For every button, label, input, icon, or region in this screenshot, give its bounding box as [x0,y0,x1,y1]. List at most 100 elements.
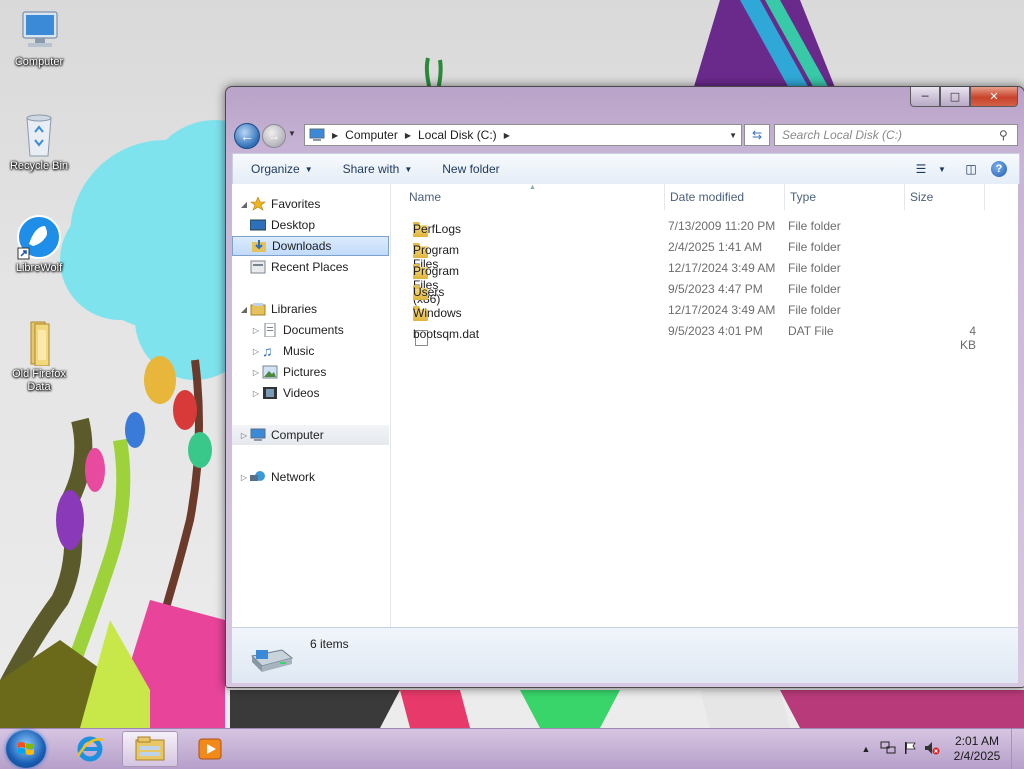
recent-pages-dropdown[interactable]: ▼ [288,129,296,138]
collapse-arrow-icon[interactable]: ◢ [238,305,250,314]
expand-arrow-icon[interactable]: ▷ [250,368,262,377]
minimize-button[interactable]: ─ [910,87,940,107]
computer-icon [15,8,63,54]
preview-pane-button[interactable]: ◫ [957,158,985,180]
view-dropdown-button[interactable]: ▼ [935,158,949,180]
view-options-button[interactable]: ☰ [907,158,935,180]
expand-arrow-icon[interactable]: ▷ [238,431,250,440]
collapse-arrow-icon[interactable]: ◢ [238,200,250,209]
expand-arrow-icon[interactable]: ▷ [238,473,250,482]
column-label: Type [790,190,817,204]
computer-small-icon [305,128,329,142]
nav-label: Pictures [283,365,327,379]
file-row[interactable]: Program Files 2/4/2025 1:41 AM File fold… [391,237,1018,271]
desktop-icon-computer[interactable]: Computer [1,8,77,69]
address-bar[interactable]: ▶ Computer ▶ Local Disk (C:) ▶ ▼ [304,124,742,146]
column-header-date-modified[interactable]: Date modified [665,184,785,210]
file-name: Users [413,285,445,299]
breadcrumb-computer[interactable]: Computer [341,128,402,142]
taskbar-media-player[interactable] [182,731,238,767]
nav-favorites[interactable]: ◢ Favorites [232,194,389,214]
taskbar-windows-explorer[interactable] [122,731,178,767]
details-pane: 6 items [232,627,1018,683]
share-with-button[interactable]: Share with ▼ [331,162,425,176]
nav-label: Desktop [271,218,316,232]
breadcrumb-chevron-icon[interactable]: ▶ [501,131,513,140]
new-folder-button[interactable]: New folder [430,162,511,176]
start-button[interactable] [6,730,46,768]
taskbar-internet-explorer[interactable] [62,731,118,767]
desktop-icon-label: Computer [14,56,64,68]
volume-muted-icon[interactable] [921,741,943,758]
nav-label: Videos [283,386,320,400]
expand-arrow-icon[interactable]: ▷ [250,326,262,335]
clock[interactable]: 2:01 AM 2/4/2025 [943,734,1011,764]
nav-pictures[interactable]: ▷ Pictures [232,362,389,382]
help-button[interactable]: ? [985,158,1013,180]
expand-arrow-icon[interactable]: ▷ [250,347,262,356]
expand-arrow-icon[interactable]: ▷ [250,389,262,398]
nav-libraries[interactable]: ◢ Libraries [232,299,389,319]
file-row[interactable]: bootsqm.dat 9/5/2023 4:01 PM DAT File 4 … [391,321,1018,352]
breadcrumb-chevron-icon[interactable]: ▶ [329,131,341,140]
desktop-icon-librewolf[interactable]: LibreWolf [1,214,77,275]
column-label: Date modified [670,190,745,204]
desktop-icon-label: Recycle Bin [9,160,69,172]
show-desktop-button[interactable] [1011,729,1024,769]
network-icon [250,470,266,484]
search-input[interactable]: Search Local Disk (C:) [775,128,999,142]
maximize-button[interactable]: □ [940,87,970,107]
search-icon: ⚲ [999,128,1008,142]
recycle-bin-icon [15,112,63,158]
desktop-icon-recycle-bin[interactable]: Recycle Bin [1,112,77,173]
nav-network[interactable]: ▷ Network [232,467,389,487]
search-box[interactable]: Search Local Disk (C:) ⚲ [774,124,1018,146]
nav-label: Music [283,344,315,358]
file-row[interactable]: Users 9/5/2023 4:47 PM File folder [391,279,1018,300]
file-row[interactable]: PerfLogs 7/13/2009 11:20 PM File folder [391,216,1018,237]
chevron-down-icon: ▼ [404,164,413,174]
file-row[interactable]: Windows 12/17/2024 3:49 AM File folder [391,300,1018,321]
organize-button[interactable]: Organize ▼ [239,162,325,176]
nav-videos[interactable]: ▷ Videos [232,383,389,403]
breadcrumb-local-disk[interactable]: Local Disk (C:) [414,128,501,142]
system-tray: ▲ 2:01 AM 2/4/2025 [855,729,1024,769]
back-button[interactable]: ← [234,123,260,149]
file-type: File folder [788,219,841,233]
action-center-flag-icon[interactable] [899,741,921,758]
address-dropdown-icon[interactable]: ▼ [729,131,741,140]
file-date: 12/17/2024 3:49 AM [668,303,776,317]
nav-computer[interactable]: ▷ Computer [232,425,389,445]
desktop-icon-old-firefox-data[interactable]: Old Firefox Data [1,320,77,394]
music-icon: ♫ [262,343,273,359]
back-arrow-icon: ← [240,128,254,144]
refresh-button[interactable]: ⇆ [744,124,770,146]
file-size: 4 KB [959,324,976,352]
file-type: File folder [788,303,841,317]
explorer-window: ─ □ ✕ ← → ▼ ▶ Computer ▶ Local Disk (C:)… [225,86,1024,688]
column-header-name[interactable]: Name [391,184,665,210]
librewolf-icon [15,214,63,260]
downloads-icon [251,239,267,253]
column-header-size[interactable]: Size [905,184,985,210]
nav-downloads[interactable]: Downloads [232,236,389,256]
column-label: Name [409,190,442,204]
nav-desktop[interactable]: Desktop [232,215,389,235]
nav-recent-places[interactable]: Recent Places [232,257,389,277]
forward-button[interactable]: → [262,124,286,148]
nav-label: Downloads [272,239,332,253]
chevron-down-icon: ▼ [304,164,313,174]
hard-drive-icon [250,646,294,672]
nav-label: Recent Places [271,260,349,274]
forward-arrow-icon: → [268,129,280,143]
file-date: 2/4/2025 1:41 AM [668,240,763,254]
file-row[interactable]: Program Files (x86) 12/17/2024 3:49 AM F… [391,258,1018,306]
close-button[interactable]: ✕ [970,87,1018,107]
show-hidden-icons-button[interactable]: ▲ [855,744,877,754]
nav-music[interactable]: ▷ ♫ Music [232,341,389,361]
column-header-type[interactable]: Type [785,184,905,210]
caption-buttons: ─ □ ✕ [910,87,1018,108]
nav-documents[interactable]: ▷ Documents [232,320,389,340]
breadcrumb-chevron-icon[interactable]: ▶ [402,131,414,140]
network-status-icon[interactable] [877,741,899,758]
